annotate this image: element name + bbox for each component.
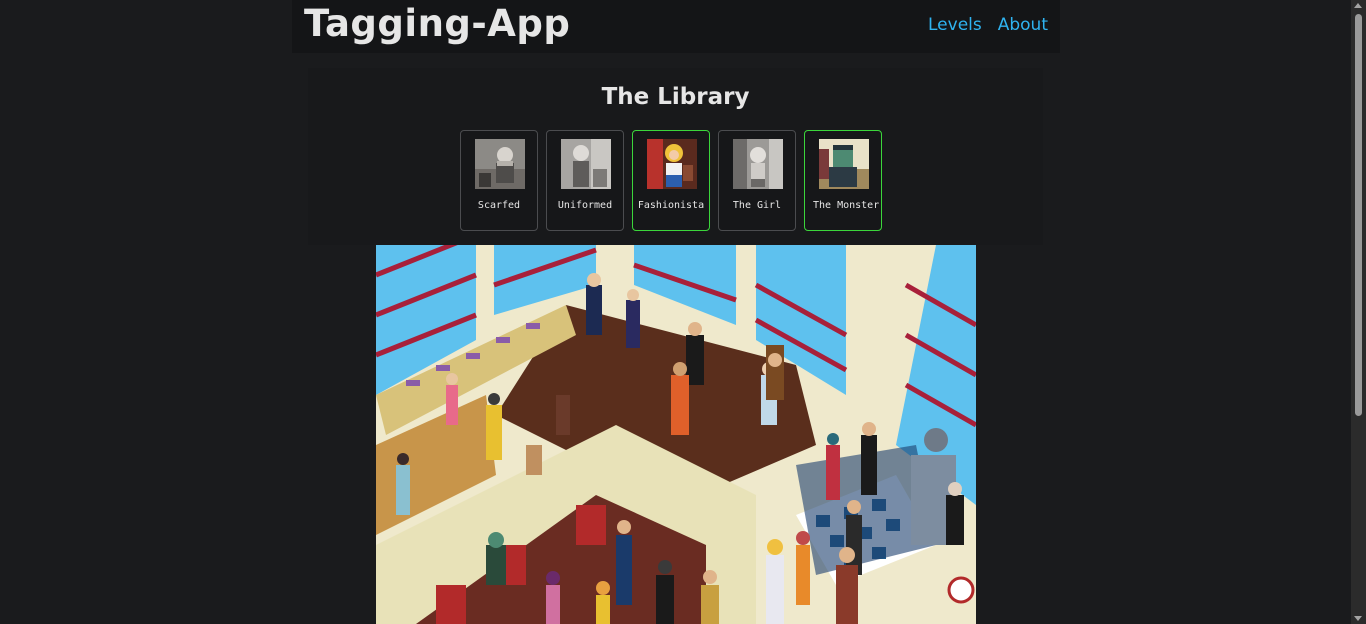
character-card-the-girl[interactable]: The Girl [718,130,796,231]
character-name: Scarfed [477,200,521,211]
character-card-fashionista[interactable]: Fashionista [632,130,710,231]
level-panel: The Library Scarfed Uniformed Fashionist… [308,68,1043,245]
scroll-thumb[interactable] [1355,14,1362,416]
nav-about-link[interactable]: About [998,15,1048,35]
character-name: Fashionista [637,200,705,211]
main-nav: Levels About [928,15,1048,35]
scroll-up-arrow-icon[interactable] [1354,3,1362,8]
character-thumbnail [561,139,611,189]
nav-levels-link[interactable]: Levels [928,15,982,35]
character-card-uniformed[interactable]: Uniformed [546,130,624,231]
character-thumbnail [647,139,697,189]
character-name: The Monster [813,200,880,211]
character-name: Uniformed [557,200,613,211]
level-title: The Library [601,84,750,110]
character-thumbnail [733,139,783,189]
brand-title[interactable]: Tagging-App [304,2,570,45]
character-card-the-monster[interactable]: The Monster [804,130,882,231]
page-scrollbar[interactable] [1351,0,1366,624]
character-thumbnail [475,139,525,189]
character-name: The Girl [732,200,782,211]
scroll-down-arrow-icon[interactable] [1354,616,1362,621]
character-thumbnail [819,139,869,189]
level-scene-image[interactable] [376,245,976,624]
character-list: Scarfed Uniformed Fashionista The Girl T… [460,130,882,231]
character-card-scarfed[interactable]: Scarfed [460,130,538,231]
app-header: Tagging-App Levels About [292,0,1060,53]
